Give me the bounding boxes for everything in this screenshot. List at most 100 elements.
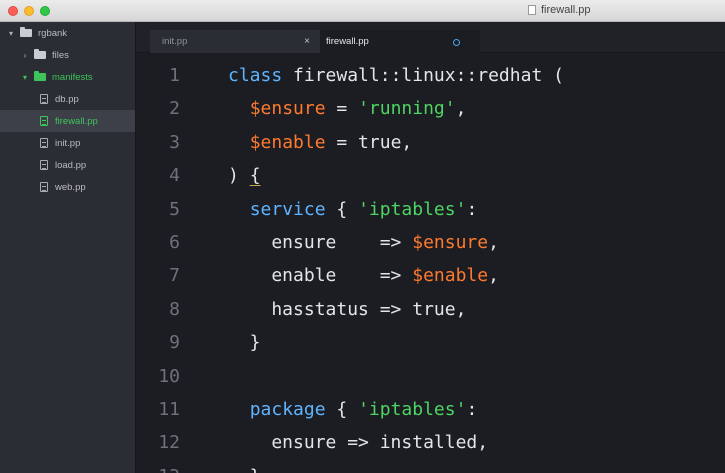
code-token: , <box>455 98 467 120</box>
code-line: ) { <box>228 159 564 192</box>
code-token: $enable <box>412 265 489 287</box>
file-icon <box>40 116 48 126</box>
line-number: 1 <box>169 65 180 86</box>
sidebar-item-web-pp[interactable]: web.pp <box>0 176 135 198</box>
code-area[interactable]: class firewall::linux::redhat ( $ensure … <box>228 59 564 473</box>
code-token: { <box>325 398 359 420</box>
line-number: 4 <box>169 165 180 187</box>
code-token: enable => <box>228 265 413 287</box>
code-token: , <box>488 231 499 253</box>
code-token: { <box>249 165 261 187</box>
line-number: 7 <box>169 265 180 287</box>
sidebar-item-firewall-pp[interactable]: firewall.pp <box>0 110 135 132</box>
maximize-window-button[interactable] <box>40 6 50 16</box>
code-token: } <box>228 466 261 473</box>
sidebar-item-label: load.pp <box>55 159 87 171</box>
sidebar-item-label: init.pp <box>55 137 81 149</box>
window-title: firewall.pp <box>528 4 591 16</box>
file-icon <box>40 182 48 192</box>
sidebar-item-label: web.pp <box>55 181 86 193</box>
code-token: 'iptables' <box>358 198 467 220</box>
code-token: firewall::linux::redhat ( <box>293 65 564 86</box>
code-token: ensure => installed, <box>228 432 489 454</box>
close-tab-icon[interactable]: × <box>304 36 310 47</box>
code-line: service { 'iptables': <box>228 193 564 226</box>
folder-icon <box>34 49 46 59</box>
line-number: 8 <box>169 298 180 320</box>
line-number: 5 <box>169 198 180 220</box>
chevron-right-icon[interactable]: › <box>20 51 30 60</box>
sidebar-item-files[interactable]: › files <box>0 44 135 66</box>
line-number: 2 <box>169 98 180 120</box>
code-token: $ensure <box>249 98 326 120</box>
sidebar-item-load-pp[interactable]: load.pp <box>0 154 135 176</box>
code-line: class firewall::linux::redhat ( <box>228 59 564 92</box>
code-token: $enable <box>249 131 326 153</box>
code-token: ) <box>228 165 250 187</box>
code-line: ensure => $ensure, <box>228 226 564 259</box>
minimize-window-button[interactable] <box>24 6 34 16</box>
sidebar-file-tree: ▾ rgbank › files ▾ manifests db.pp firewall.pp i… <box>0 22 136 473</box>
code-line: hasstatus => true, <box>228 293 564 326</box>
code-line: $enable = true, <box>228 126 564 159</box>
code-token: 'running' <box>358 98 456 120</box>
code-token: 'iptables' <box>358 398 467 420</box>
sidebar-item-label: files <box>52 49 69 61</box>
code-token: = true, <box>325 131 413 153</box>
code-line: $ensure = 'running', <box>228 92 564 125</box>
line-number: 6 <box>169 231 180 253</box>
sidebar-item-db-pp[interactable]: db.pp <box>0 88 135 110</box>
document-icon <box>528 5 536 15</box>
chevron-down-icon[interactable]: ▾ <box>20 73 30 82</box>
code-line: } <box>228 460 564 473</box>
close-window-button[interactable] <box>8 6 18 16</box>
window-title-text: firewall.pp <box>541 4 591 16</box>
sidebar-item-init-pp[interactable]: init.pp <box>0 132 135 154</box>
line-number-gutter: 12345678910111213 <box>136 59 180 473</box>
chevron-down-icon[interactable]: ▾ <box>6 29 16 38</box>
line-number: 3 <box>169 131 180 153</box>
code-editor[interactable]: 12345678910111213 class firewall::linux:… <box>136 53 725 473</box>
code-token: : <box>466 398 478 420</box>
sidebar-item-label: rgbank <box>38 27 68 39</box>
code-token: hasstatus => true, <box>228 298 467 320</box>
line-number: 13 <box>136 460 180 473</box>
code-token: service <box>249 198 326 220</box>
unsaved-indicator-icon[interactable] <box>453 39 460 46</box>
line-number: 12 <box>158 432 180 454</box>
code-line: package { 'iptables': <box>228 393 564 426</box>
file-icon <box>40 160 48 170</box>
line-number: 9 <box>169 332 180 354</box>
line-number: 10 <box>158 365 180 387</box>
code-line: } <box>228 326 564 359</box>
code-token: } <box>228 332 261 354</box>
sidebar-item-rgbank[interactable]: ▾ rgbank <box>0 22 135 44</box>
folder-icon <box>34 71 46 81</box>
tab-init-pp[interactable]: init.pp × <box>150 30 320 53</box>
file-icon <box>40 94 48 104</box>
code-token: class <box>228 65 294 86</box>
code-token: ensure => <box>228 231 413 253</box>
line-number: 11 <box>158 398 180 420</box>
folder-icon <box>20 27 32 37</box>
code-line: enable => $enable, <box>228 259 564 292</box>
sidebar-item-label: db.pp <box>55 93 79 105</box>
file-icon <box>40 138 48 148</box>
tab-bar: init.pp × firewall.pp <box>136 22 725 53</box>
code-token: { <box>325 198 359 220</box>
title-bar: firewall.pp <box>0 0 725 22</box>
code-token: $ensure <box>412 231 489 253</box>
code-token: : <box>466 198 478 220</box>
code-token: = <box>325 98 359 120</box>
tab-firewall-pp[interactable]: firewall.pp <box>320 30 480 53</box>
sidebar-item-manifests[interactable]: ▾ manifests <box>0 66 135 88</box>
code-line: ensure => installed, <box>228 426 564 459</box>
code-token: package <box>249 398 326 420</box>
tab-label: init.pp <box>162 36 188 47</box>
tab-label: firewall.pp <box>326 36 369 47</box>
